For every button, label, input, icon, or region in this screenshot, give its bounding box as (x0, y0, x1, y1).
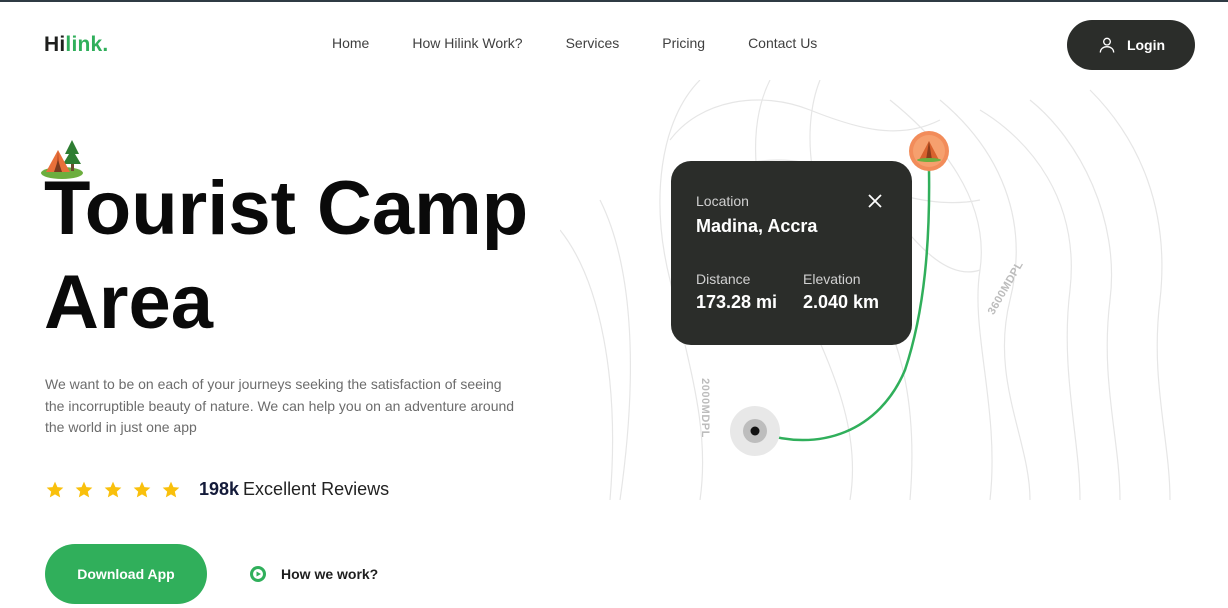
start-point (750, 426, 760, 436)
distance-label: Distance (696, 271, 751, 287)
distance-value: 173.28 mi (696, 292, 778, 312)
destination-pin[interactable] (909, 131, 949, 172)
close-icon[interactable] (868, 194, 882, 208)
location-label: Location (696, 193, 749, 209)
route-layer (730, 131, 949, 456)
elevation-value: 2.040 km (803, 292, 880, 312)
elevation-label: Elevation (803, 271, 861, 287)
location-card: Location Madina, Accra Distance 173.28 m… (671, 161, 912, 345)
location-value: Madina, Accra (696, 216, 818, 236)
